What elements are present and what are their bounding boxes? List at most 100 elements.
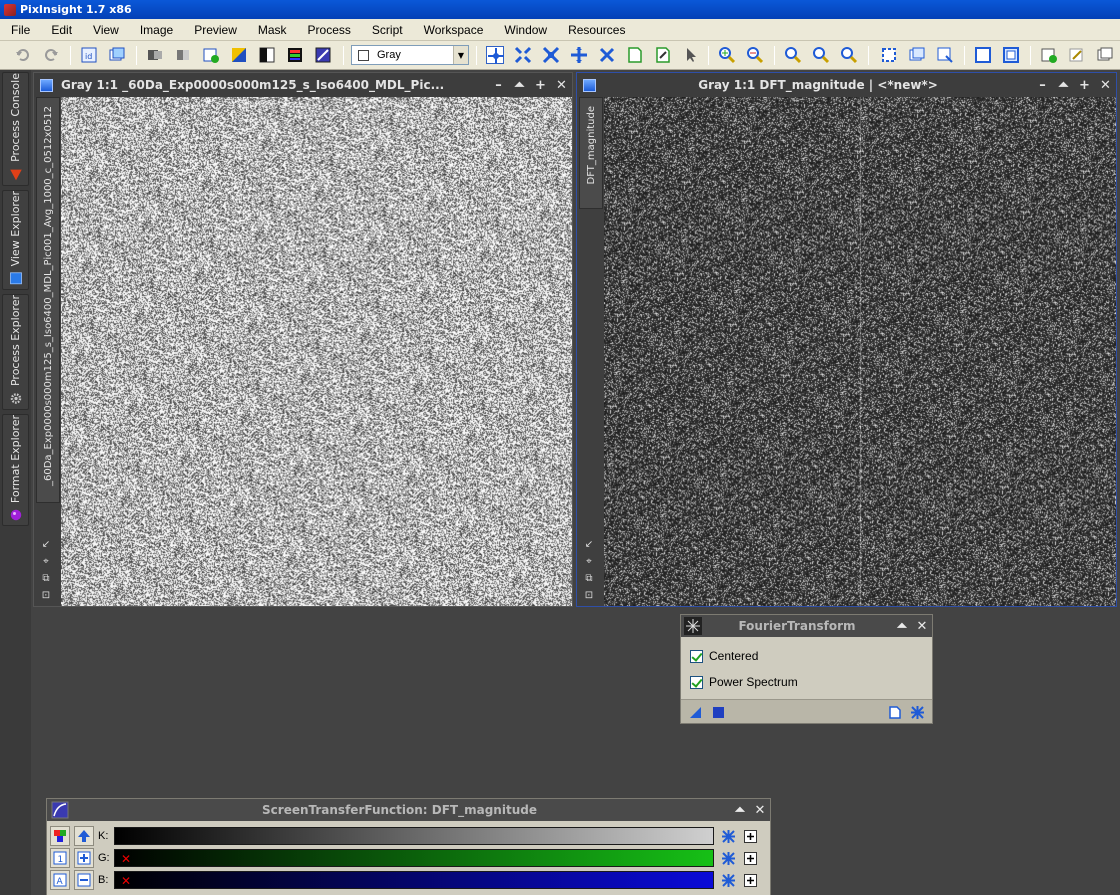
power-spectrum-option[interactable]: Power Spectrum — [681, 669, 932, 695]
reset-channel-icon[interactable] — [720, 828, 736, 844]
fourier-transform-dialog[interactable]: FourierTransform ⏶ ✕ Centered Power Spec… — [680, 614, 933, 724]
menu-file[interactable]: File — [0, 23, 40, 37]
image-window-source[interactable]: Gray 1:1 _60Da_Exp0000s000m125_s_Iso6400… — [33, 72, 573, 607]
edit-icon-set-icon[interactable] — [1068, 46, 1086, 64]
image-window-dft[interactable]: Gray 1:1 DFT_magnitude | <*new*> – ⏶ + ✕… — [576, 72, 1117, 607]
image-window-title-bar[interactable]: Gray 1:1 DFT_magnitude | <*new*> – ⏶ + ✕ — [577, 73, 1116, 97]
stf-bar-b[interactable]: ✕ — [114, 871, 714, 889]
new-icon-set-icon[interactable] — [1040, 46, 1058, 64]
auto-stretch-button[interactable] — [74, 826, 94, 846]
zoom-out-icon[interactable] — [746, 46, 764, 64]
redo-icon[interactable] — [42, 46, 60, 64]
zoom-in-mode-icon[interactable] — [514, 46, 532, 64]
browse-documentation-icon[interactable] — [888, 706, 901, 719]
menu-preview[interactable]: Preview — [183, 23, 247, 37]
view-id-tab[interactable]: _60Da_Exp0000s000m125_s_Iso6400_MDL_Pic0… — [36, 97, 60, 503]
clone-image-icon[interactable] — [108, 46, 126, 64]
stf-bar-k[interactable] — [114, 827, 714, 845]
menu-resources[interactable]: Resources — [557, 23, 635, 37]
reset-channel-icon[interactable] — [720, 850, 736, 866]
close-icon[interactable]: ✕ — [551, 75, 572, 95]
minimize-icon[interactable]: – — [488, 75, 509, 95]
new-preview-icon[interactable] — [626, 46, 644, 64]
shade-icon[interactable]: ⏶ — [892, 616, 912, 636]
preferences-icon[interactable] — [314, 46, 332, 64]
stf-bar-g[interactable]: ✕ — [114, 849, 714, 867]
fit-icon[interactable]: ⊡ — [40, 590, 52, 602]
maximize-icon[interactable]: + — [530, 75, 551, 95]
restore-view-icon[interactable] — [1002, 46, 1020, 64]
zoom-2-1-icon[interactable] — [840, 46, 858, 64]
menu-view[interactable]: View — [82, 23, 129, 37]
identifier-icon[interactable]: id — [80, 46, 98, 64]
link-rgb-channels-button[interactable] — [50, 826, 70, 846]
dock-tab-format-explorer[interactable]: Format Explorer — [2, 414, 29, 526]
new-instance-icon[interactable] — [689, 706, 702, 719]
menu-window[interactable]: Window — [493, 23, 557, 37]
shade-icon[interactable]: ⏶ — [1053, 75, 1074, 95]
channel-a-button[interactable]: A — [50, 870, 70, 890]
pin-icon[interactable]: ⌖ — [583, 556, 595, 568]
undo-icon[interactable] — [14, 46, 32, 64]
dock-tab-process-console[interactable]: Process Console — [2, 72, 29, 186]
menu-process[interactable]: Process — [297, 23, 361, 37]
duplicate-icon-set-icon[interactable] — [1096, 46, 1114, 64]
dock-tab-view-explorer[interactable]: View Explorer — [2, 190, 29, 290]
menu-mask[interactable]: Mask — [247, 23, 297, 37]
close-icon[interactable]: ✕ — [1095, 75, 1116, 95]
centered-checkbox[interactable] — [690, 649, 703, 663]
dock-tab-process-explorer[interactable]: Process Explorer — [2, 294, 29, 410]
maximize-view-icon[interactable] — [974, 46, 992, 64]
zoom-in-icon[interactable] — [718, 46, 736, 64]
resize-handle-icon[interactable]: ↙ — [583, 539, 595, 551]
channel-1-button[interactable]: 1 — [50, 848, 70, 868]
expand-channel-icon[interactable] — [742, 850, 758, 866]
menu-edit[interactable]: Edit — [40, 23, 82, 37]
fit-icon[interactable]: ⊡ — [583, 590, 595, 602]
pin-icon[interactable]: ⌖ — [40, 556, 52, 568]
edit-preview-icon[interactable] — [654, 46, 672, 64]
readout-mode-icon[interactable] — [486, 46, 504, 64]
link-icon[interactable]: ⧉ — [583, 573, 595, 585]
expand-channel-icon[interactable] — [742, 872, 758, 888]
shade-icon[interactable]: ⏶ — [730, 800, 750, 820]
chevron-down-icon[interactable]: ▼ — [453, 46, 468, 64]
grayscale-icon[interactable] — [258, 46, 276, 64]
rgb-channels-icon[interactable] — [286, 46, 304, 64]
power-spectrum-checkbox[interactable] — [690, 675, 703, 689]
centered-option[interactable]: Centered — [681, 643, 932, 669]
resize-handle-icon[interactable]: ↙ — [40, 539, 52, 551]
menu-workspace[interactable]: Workspace — [413, 23, 494, 37]
dialog-title-bar[interactable]: FourierTransform ⏶ ✕ — [681, 615, 932, 637]
shadow-image-icon[interactable] — [146, 46, 164, 64]
invert-image-icon[interactable] — [174, 46, 192, 64]
close-icon[interactable]: ✕ — [750, 800, 770, 820]
link-icon[interactable]: ⧉ — [40, 573, 52, 585]
center-mode-icon[interactable] — [598, 46, 616, 64]
color-mode-select[interactable]: Gray ▼ — [351, 45, 469, 65]
pointer-icon[interactable] — [682, 46, 700, 64]
tile-windows-icon[interactable] — [908, 46, 926, 64]
minimize-icon[interactable]: – — [1032, 75, 1053, 95]
new-image-icon[interactable] — [202, 46, 220, 64]
zoom-1-1-icon[interactable] — [784, 46, 802, 64]
image-canvas-source[interactable] — [61, 97, 572, 606]
maximize-icon[interactable]: + — [1074, 75, 1095, 95]
cascade-windows-icon[interactable] — [936, 46, 954, 64]
view-id-tab[interactable]: DFT_magnitude — [579, 97, 603, 209]
zoom-1-2-icon[interactable] — [812, 46, 830, 64]
menu-script[interactable]: Script — [361, 23, 413, 37]
reset-channel-icon[interactable] — [720, 872, 736, 888]
zoom-out-button[interactable] — [74, 870, 94, 890]
zoom-out-mode-icon[interactable] — [542, 46, 560, 64]
fit-view-icon[interactable] — [880, 46, 898, 64]
screen-transfer-function-dialog[interactable]: ScreenTransferFunction: DFT_magnitude ⏶ … — [46, 798, 771, 895]
dialog-title-bar[interactable]: ScreenTransferFunction: DFT_magnitude ⏶ … — [47, 799, 770, 821]
expand-channel-icon[interactable] — [742, 828, 758, 844]
color-image-icon[interactable] — [230, 46, 248, 64]
close-icon[interactable]: ✕ — [912, 616, 932, 636]
pan-mode-icon[interactable] — [570, 46, 588, 64]
shade-icon[interactable]: ⏶ — [509, 75, 530, 95]
reset-icon[interactable] — [911, 706, 924, 719]
menu-image[interactable]: Image — [129, 23, 183, 37]
